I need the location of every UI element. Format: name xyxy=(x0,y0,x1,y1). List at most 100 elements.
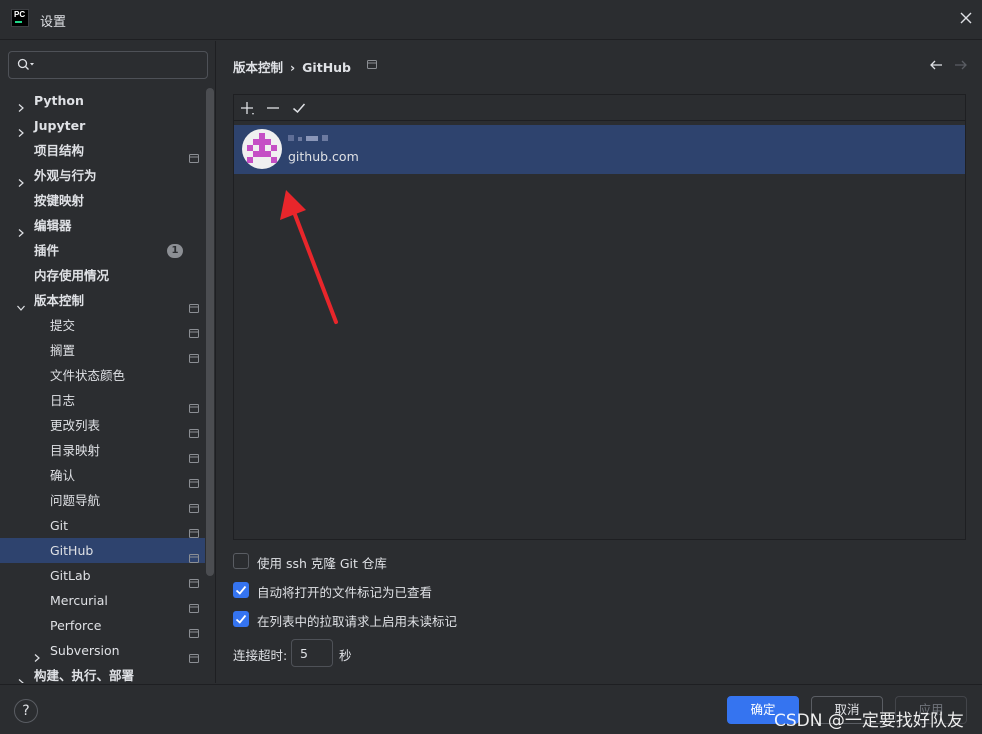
github-account-row[interactable]: github.com xyxy=(234,125,965,174)
sidebar-item-label: GitLab xyxy=(50,568,91,583)
dialog-footer: ? 确定 取消 应用 CSDN @一定要找好队友 xyxy=(0,684,982,734)
chevron-right-icon[interactable] xyxy=(32,646,42,662)
project-scope-icon xyxy=(189,571,199,588)
sidebar-item[interactable]: GitLab xyxy=(0,563,205,588)
sidebar-item-label: 目录映射 xyxy=(50,443,101,458)
sidebar-item[interactable]: 确认 xyxy=(0,463,205,488)
sidebar-item[interactable]: 文件状态颜色 xyxy=(0,363,205,388)
project-scope-icon xyxy=(367,60,377,69)
sidebar-item-label: 构建、执行、部署 xyxy=(34,668,135,683)
clone-ssh-label: 使用 ssh 克隆 Git 仓库 xyxy=(257,556,387,571)
sidebar-item[interactable]: 问题导航 xyxy=(0,488,205,513)
chevron-right-icon[interactable] xyxy=(16,171,26,187)
settings-tree: Python Jupyter 项目结构外观与行为按键映射编辑器插件 1 内存使用情况 版本… xyxy=(0,88,205,683)
update-count-badge: 1 xyxy=(167,244,183,258)
project-scope-icon xyxy=(189,296,199,313)
sidebar-item[interactable]: Git xyxy=(0,513,205,538)
timeout-label: 连接超时: xyxy=(233,648,288,663)
sidebar-item[interactable]: 更改列表 xyxy=(0,413,205,438)
sidebar-item[interactable]: 日志 xyxy=(0,388,205,413)
check-icon xyxy=(235,614,247,624)
breadcrumb-separator: › xyxy=(290,60,296,75)
sidebar-item[interactable]: 项目结构 xyxy=(0,138,205,163)
sidebar-item[interactable]: 构建、执行、部署 xyxy=(0,663,205,683)
sidebar-item-label: Git xyxy=(50,518,69,533)
settings-search-input[interactable] xyxy=(8,51,208,79)
breadcrumb: 版本控制 › GitHub xyxy=(233,57,351,76)
mark-opened-label: 自动将打开的文件标记为已查看 xyxy=(257,585,433,600)
chevron-right-icon[interactable] xyxy=(16,121,26,137)
search-icon xyxy=(17,58,34,70)
minus-icon[interactable] xyxy=(264,99,282,117)
account-server: github.com xyxy=(288,149,359,164)
sidebar-item[interactable]: 版本控制 xyxy=(0,288,205,313)
project-scope-icon xyxy=(189,421,199,438)
project-scope-icon xyxy=(189,146,199,163)
sidebar-item-label: Subversion xyxy=(50,643,120,658)
project-scope-icon xyxy=(189,446,199,463)
sidebar-item[interactable]: 编辑器 xyxy=(0,213,205,238)
help-button[interactable]: ? xyxy=(14,699,38,723)
blurred-account-name xyxy=(288,135,328,141)
sidebar-item-label: 插件 xyxy=(34,243,60,258)
sidebar-scrollbar[interactable] xyxy=(206,88,214,576)
sidebar-item[interactable]: 插件 1 xyxy=(0,238,205,263)
sidebar-item-label: 提交 xyxy=(50,318,76,333)
project-scope-icon xyxy=(189,521,199,538)
sidebar-item-label: Python xyxy=(34,93,84,108)
accounts-list: github.com xyxy=(233,94,966,540)
plus-icon[interactable] xyxy=(238,99,256,117)
unread-markers-checkbox[interactable] xyxy=(233,611,249,627)
chevron-right-icon[interactable] xyxy=(16,671,26,683)
project-scope-icon xyxy=(189,596,199,613)
sidebar-item-label: Mercurial xyxy=(50,593,108,608)
sidebar-item-label: 问题导航 xyxy=(50,493,101,508)
breadcrumb-current: GitHub xyxy=(302,60,351,75)
project-scope-icon xyxy=(189,396,199,413)
chevron-right-icon[interactable] xyxy=(16,96,26,112)
chevron-right-icon[interactable] xyxy=(16,221,26,237)
sidebar-item[interactable]: 目录映射 xyxy=(0,438,205,463)
check-icon[interactable] xyxy=(290,99,308,117)
timeout-unit: 秒 xyxy=(339,648,352,663)
sidebar-item-label: 项目结构 xyxy=(34,143,85,158)
sidebar-item[interactable]: Python xyxy=(0,88,205,113)
mark-opened-checkbox[interactable] xyxy=(233,582,249,598)
csdn-watermark: CSDN @一定要找好队友 xyxy=(774,711,964,731)
settings-sidebar: Python Jupyter 项目结构外观与行为按键映射编辑器插件 1 内存使用情况 版本… xyxy=(0,41,216,683)
sidebar-item-label: GitHub xyxy=(50,543,94,558)
accounts-toolbar xyxy=(234,95,965,121)
avatar xyxy=(242,129,282,169)
sidebar-item[interactable]: GitHub xyxy=(0,538,205,563)
sidebar-item-label: 外观与行为 xyxy=(34,168,97,183)
timeout-input[interactable] xyxy=(291,639,333,667)
pycharm-logo-icon: PC xyxy=(11,9,29,27)
sidebar-item-label: 确认 xyxy=(50,468,76,483)
project-scope-icon xyxy=(189,646,199,663)
sidebar-item[interactable]: Subversion xyxy=(0,638,205,663)
sidebar-item-label: 编辑器 xyxy=(34,218,72,233)
sidebar-item[interactable]: Mercurial xyxy=(0,588,205,613)
sidebar-item-label: 文件状态颜色 xyxy=(50,368,126,383)
project-scope-icon xyxy=(189,346,199,363)
breadcrumb-parent[interactable]: 版本控制 xyxy=(233,60,283,75)
github-settings-panel: 版本控制 › GitHub github.com 使用 ssh 克隆 Git 仓… xyxy=(217,41,982,683)
clone-ssh-checkbox[interactable] xyxy=(233,553,249,569)
sidebar-item[interactable]: 外观与行为 xyxy=(0,163,205,188)
sidebar-item[interactable]: 内存使用情况 xyxy=(0,263,205,288)
sidebar-item-label: Jupyter xyxy=(34,118,86,133)
sidebar-item-label: Perforce xyxy=(50,618,102,633)
sidebar-item[interactable]: 提交 xyxy=(0,313,205,338)
close-icon[interactable] xyxy=(958,10,974,26)
unread-markers-label: 在列表中的拉取请求上启用未读标记 xyxy=(257,614,458,629)
sidebar-item[interactable]: 搁置 xyxy=(0,338,205,363)
back-arrow-icon[interactable] xyxy=(928,57,944,73)
sidebar-item[interactable]: Jupyter xyxy=(0,113,205,138)
window-title: 设置 xyxy=(40,15,67,30)
sidebar-item[interactable]: 按键映射 xyxy=(0,188,205,213)
forward-arrow-icon[interactable] xyxy=(953,57,969,73)
sidebar-item[interactable]: Perforce xyxy=(0,613,205,638)
chevron-down-icon[interactable] xyxy=(16,296,26,311)
project-scope-icon xyxy=(189,621,199,638)
project-scope-icon xyxy=(189,496,199,513)
